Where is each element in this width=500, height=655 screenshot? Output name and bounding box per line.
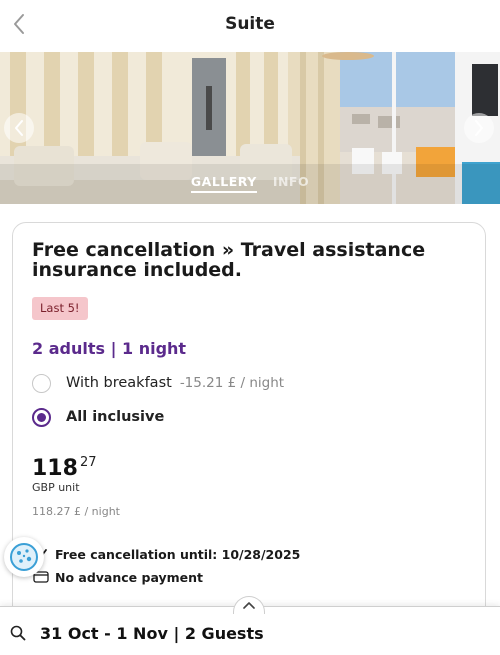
board-option-price-diff: -15.21 £ / night [179, 375, 285, 391]
policy-text: No advance payment [55, 569, 204, 585]
search-summary-text[interactable]: 31 Oct - 1 Nov | 2 Guests [40, 624, 264, 643]
price-decimal: 27 [79, 455, 97, 470]
tab-info[interactable]: INFO [273, 174, 309, 193]
occupancy-summary: 2 adults | 1 night [32, 339, 187, 358]
gallery-next-button[interactable] [464, 113, 494, 143]
chevron-right-icon [475, 120, 483, 136]
price-per-night: 118.27 £ / night [32, 505, 120, 518]
board-option-breakfast[interactable]: With breakfast -15.21 £ / night [32, 372, 284, 394]
gallery-prev-button[interactable] [4, 113, 34, 143]
price-unit: GBP unit [32, 481, 80, 494]
availability-badge: Last 5! [32, 297, 88, 320]
cookie-icon [10, 543, 38, 571]
room-gallery[interactable]: GALLERY INFO [0, 52, 500, 204]
cookie-settings-button[interactable] [4, 537, 44, 577]
radio-breakfast[interactable] [32, 373, 51, 393]
payment-policy: No advance payment [32, 568, 203, 586]
radio-all-inclusive[interactable] [32, 407, 51, 427]
chevron-up-icon [243, 602, 255, 609]
board-option-label: All inclusive [66, 409, 165, 425]
board-option-label: With breakfast [66, 375, 172, 391]
gallery-tabs: GALLERY INFO [0, 174, 500, 193]
rate-card: Free cancellation » Travel assistance in… [12, 222, 486, 622]
tab-gallery[interactable]: GALLERY [190, 174, 257, 193]
price: 118 27 [32, 456, 96, 482]
price-integer: 118 [32, 456, 78, 481]
search-icon [10, 625, 26, 641]
board-option-all-inclusive[interactable]: All inclusive [32, 406, 164, 428]
app-header: Suite [0, 0, 500, 52]
page-title: Suite [225, 14, 275, 34]
cancellation-policy: Free cancellation until: 10/28/2025 [32, 545, 300, 563]
rate-title: Free cancellation » Travel assistance in… [32, 239, 426, 281]
chevron-left-icon [15, 120, 23, 136]
policy-text: Free cancellation until: 10/28/2025 [55, 546, 301, 562]
